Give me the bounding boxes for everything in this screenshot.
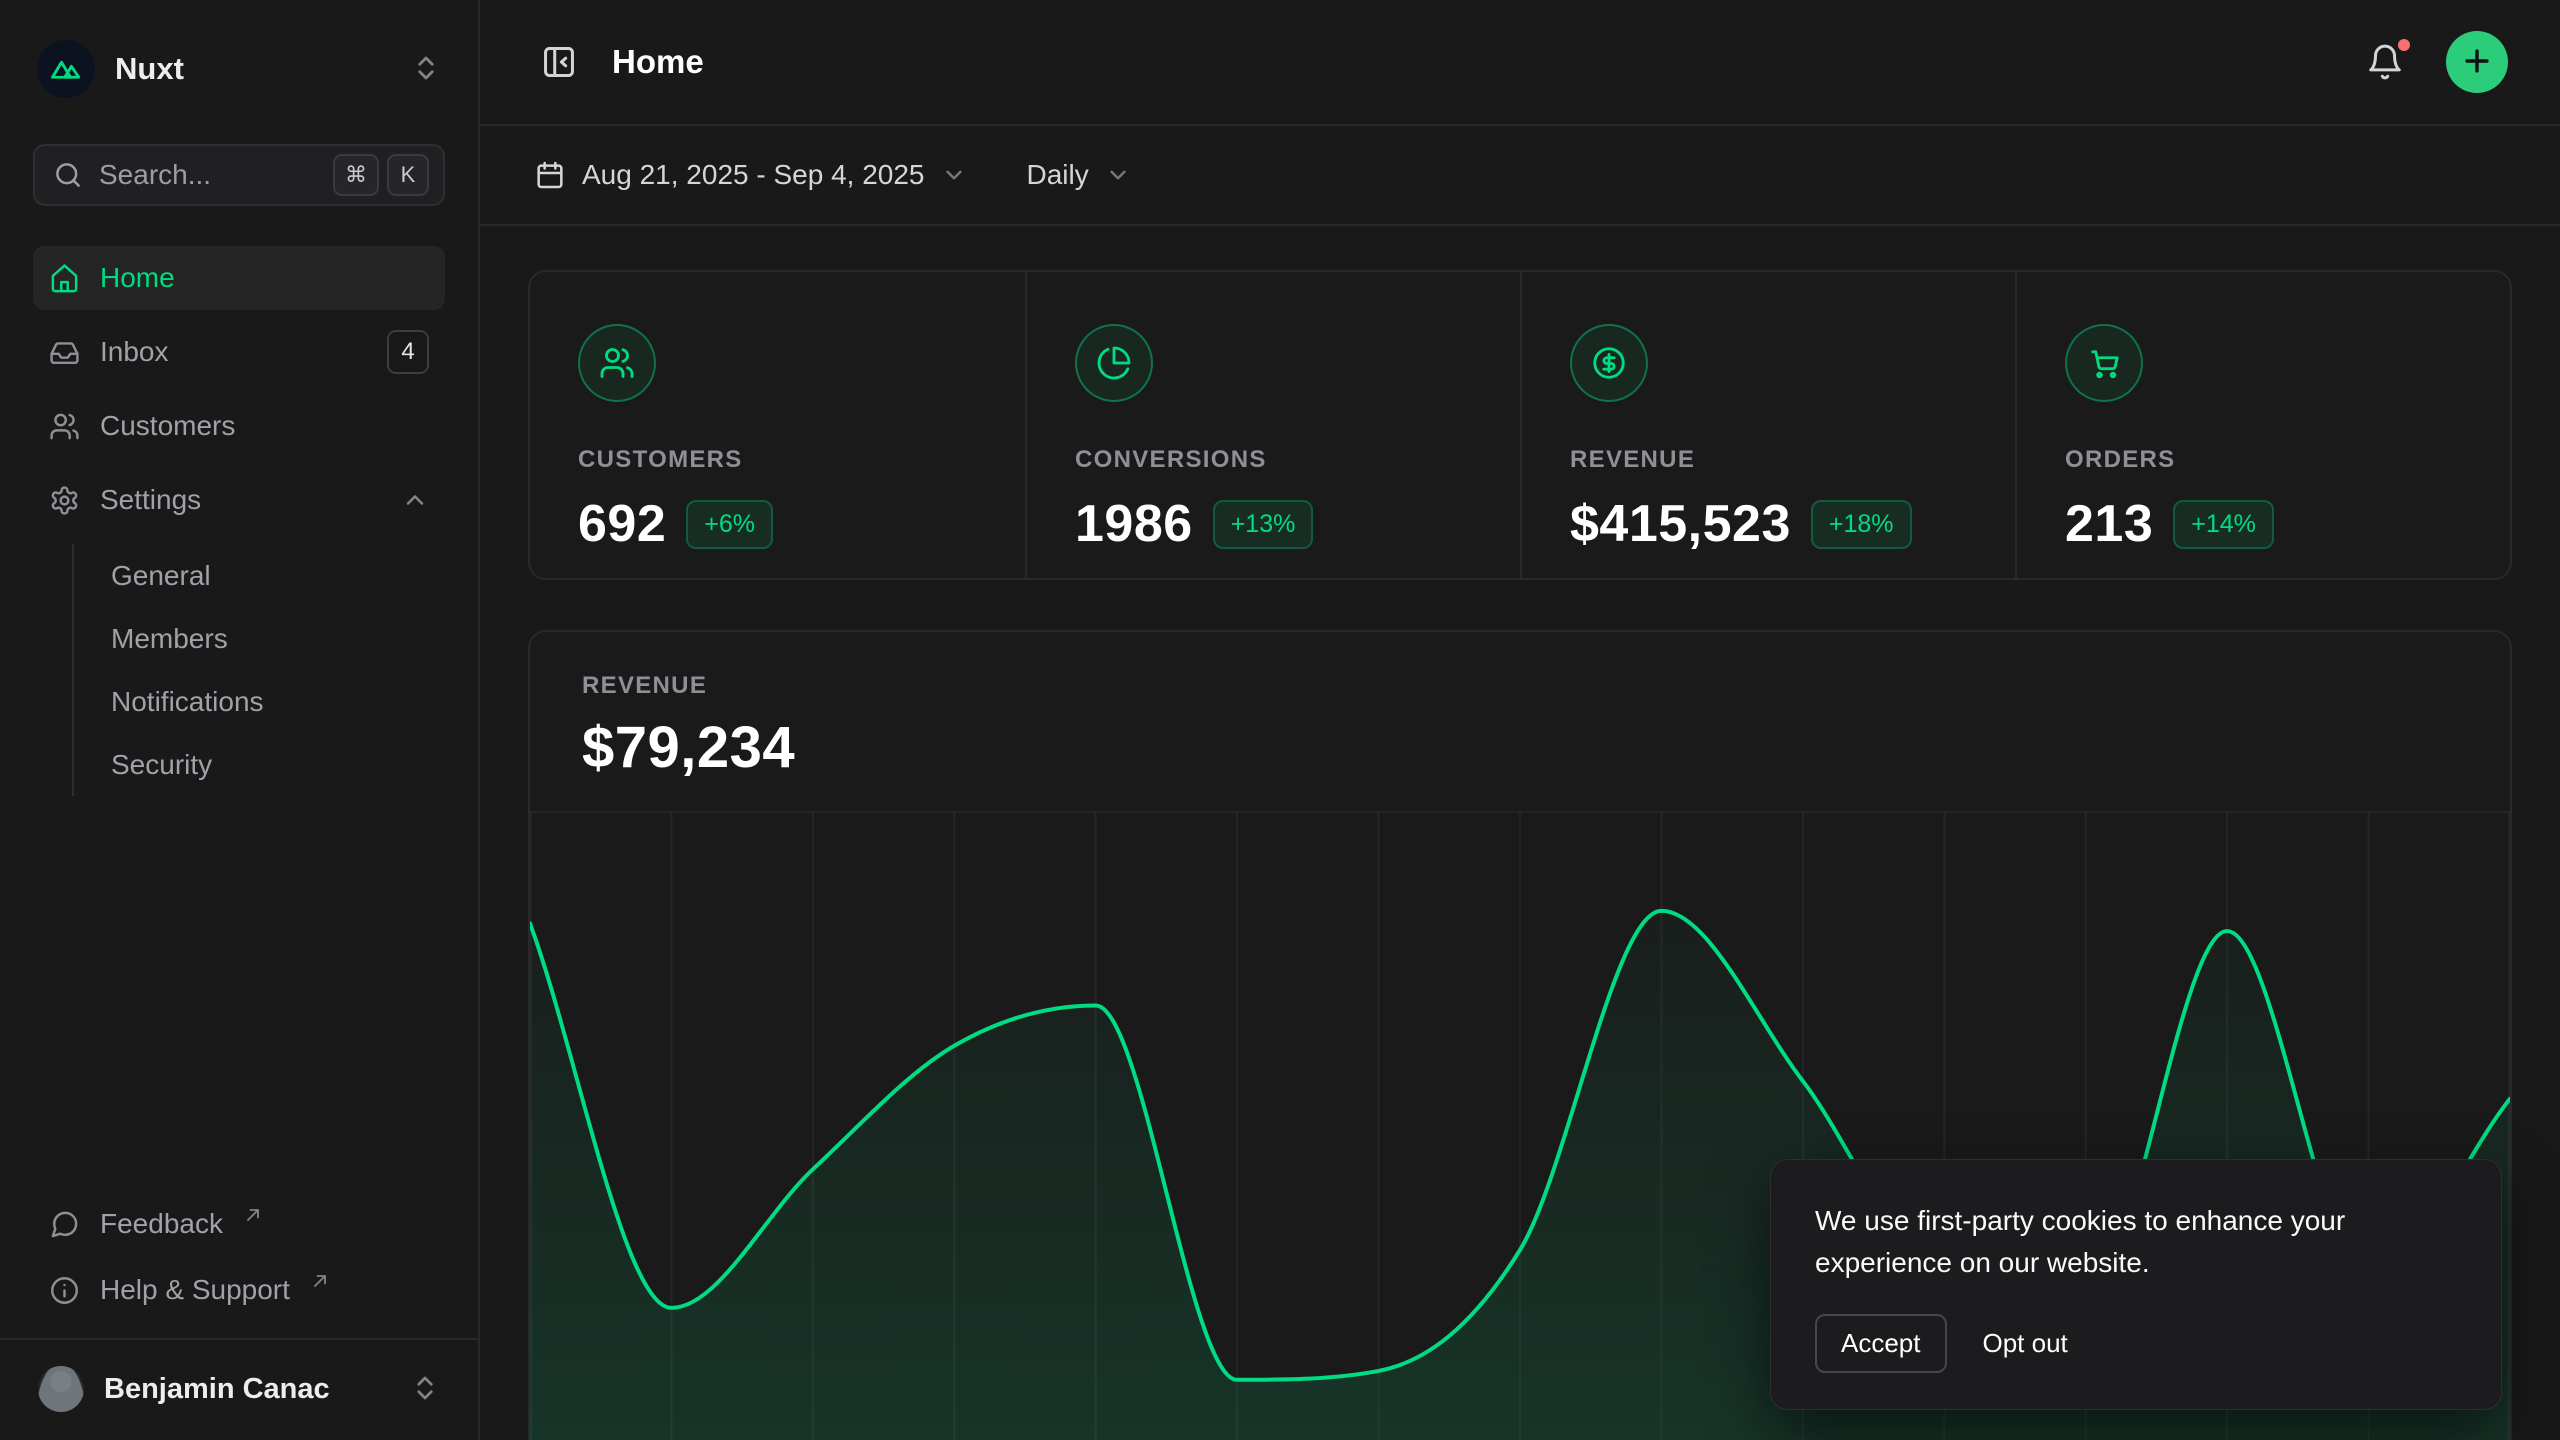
home-icon xyxy=(49,263,80,294)
sidebar-item-help-support[interactable]: Help & Support xyxy=(33,1258,445,1322)
sidebar-item-label: Feedback xyxy=(100,1208,223,1240)
sidebar-item-home[interactable]: Home xyxy=(33,246,445,310)
app-root: Nuxt Search... ⌘ K xyxy=(0,0,2560,1440)
sidebar-item-label: Help & Support xyxy=(100,1274,290,1306)
panel-collapse-icon xyxy=(540,43,578,81)
dollar-circle-icon xyxy=(1570,324,1648,402)
stat-value: 692 xyxy=(578,494,666,554)
cookie-banner: We use first-party cookies to enhance yo… xyxy=(1770,1159,2502,1410)
stat-label: CUSTOMERS xyxy=(578,446,977,474)
accept-button[interactable]: Accept xyxy=(1815,1314,1947,1373)
date-range-picker[interactable]: Aug 21, 2025 - Sep 4, 2025 xyxy=(534,159,967,191)
sidebar-user-section: Benjamin Canac xyxy=(0,1338,478,1440)
sidebar-item-settings[interactable]: Settings xyxy=(33,468,445,532)
stat-delta-badge: +6% xyxy=(686,500,773,549)
team-name: Nuxt xyxy=(115,51,184,87)
header-left: Home xyxy=(534,37,704,87)
sidebar-top: Nuxt Search... ⌘ K xyxy=(0,0,478,804)
user-name: Benjamin Canac xyxy=(104,1373,330,1406)
date-range-value: Aug 21, 2025 - Sep 4, 2025 xyxy=(582,159,925,191)
revenue-chart-header: REVENUE $79,234 xyxy=(530,632,2510,811)
external-link-icon xyxy=(310,1271,330,1291)
sidebar-item-feedback[interactable]: Feedback xyxy=(33,1192,445,1256)
users-icon xyxy=(578,324,656,402)
period-value: Daily xyxy=(1027,159,1089,191)
avatar xyxy=(38,1366,84,1412)
search-icon xyxy=(53,160,83,190)
stat-conversions[interactable]: CONVERSIONS 1986 +13% xyxy=(1025,272,1520,578)
calendar-icon xyxy=(534,159,566,191)
period-select[interactable]: Daily xyxy=(1027,159,1131,191)
inbox-icon xyxy=(49,337,80,368)
revenue-chart-label: REVENUE xyxy=(582,672,2458,700)
stats-card: CUSTOMERS 692 +6% CONVERSIONS 1986 xyxy=(528,270,2512,580)
sidebar: Nuxt Search... ⌘ K xyxy=(0,0,480,1440)
info-circle-icon xyxy=(49,1275,80,1306)
stat-delta-badge: +18% xyxy=(1811,500,1912,549)
sidebar-item-customers[interactable]: Customers xyxy=(33,394,445,458)
stat-label: REVENUE xyxy=(1570,446,1967,474)
add-button[interactable] xyxy=(2446,31,2508,93)
chevrons-updown-icon xyxy=(410,1373,440,1406)
cookie-actions: Accept Opt out xyxy=(1815,1314,2457,1373)
stat-label: ORDERS xyxy=(2065,446,2462,474)
settings-sub-nav: General Members Notifications Security xyxy=(72,544,445,796)
pie-chart-icon xyxy=(1075,324,1153,402)
sidebar-item-label: Settings xyxy=(100,484,201,516)
sidebar-footer: Feedback Help & Support xyxy=(0,1192,478,1338)
sidebar-nav: Home Inbox 4 xyxy=(33,246,445,804)
stat-revenue[interactable]: REVENUE $415,523 +18% xyxy=(1520,272,2015,578)
cart-icon xyxy=(2065,324,2143,402)
team-switcher[interactable]: Nuxt xyxy=(33,34,445,104)
sidebar-item-label: Customers xyxy=(100,410,235,442)
sidebar-item-security[interactable]: Security xyxy=(105,733,445,796)
external-link-icon xyxy=(243,1205,263,1225)
stat-label: CONVERSIONS xyxy=(1075,446,1472,474)
collapse-sidebar-button[interactable] xyxy=(534,37,584,87)
search-shortcut: ⌘ K xyxy=(333,154,429,196)
gear-icon xyxy=(49,485,80,516)
sidebar-item-label: Inbox xyxy=(100,336,169,368)
notification-dot xyxy=(2394,35,2414,55)
page-title: Home xyxy=(612,43,704,81)
chevron-down-icon xyxy=(1105,162,1131,188)
stat-customers[interactable]: CUSTOMERS 692 +6% xyxy=(530,272,1025,578)
cookie-message: We use first-party cookies to enhance yo… xyxy=(1815,1200,2457,1284)
speech-bubble-icon xyxy=(49,1209,80,1240)
stat-delta-badge: +14% xyxy=(2173,500,2274,549)
sidebar-item-inbox[interactable]: Inbox 4 xyxy=(33,320,445,384)
plus-icon xyxy=(2460,44,2494,81)
chevrons-updown-icon xyxy=(411,53,441,86)
notifications-button[interactable] xyxy=(2360,37,2410,87)
stat-value: 1986 xyxy=(1075,494,1193,554)
nuxt-logo-icon xyxy=(37,40,95,98)
opt-out-button[interactable]: Opt out xyxy=(1983,1328,2068,1359)
sidebar-item-general[interactable]: General xyxy=(105,544,445,607)
stat-value: $415,523 xyxy=(1570,494,1791,554)
revenue-chart-value: $79,234 xyxy=(582,714,2458,781)
header-right xyxy=(2360,31,2508,93)
search-placeholder: Search... xyxy=(99,159,211,191)
k-key: K xyxy=(387,154,429,196)
sidebar-item-label: Home xyxy=(100,262,175,294)
sidebar-item-members[interactable]: Members xyxy=(105,607,445,670)
sidebar-item-notifications[interactable]: Notifications xyxy=(105,670,445,733)
chevron-down-icon xyxy=(941,162,967,188)
search-input[interactable]: Search... ⌘ K xyxy=(33,144,445,206)
page-header: Home xyxy=(480,0,2560,126)
chevron-up-icon xyxy=(401,486,429,514)
inbox-count-badge: 4 xyxy=(387,330,429,374)
users-icon xyxy=(49,411,80,442)
stat-delta-badge: +13% xyxy=(1213,500,1314,549)
user-menu-button[interactable]: Benjamin Canac xyxy=(24,1356,454,1422)
stat-orders[interactable]: ORDERS 213 +14% xyxy=(2015,272,2510,578)
stat-value: 213 xyxy=(2065,494,2153,554)
filters-toolbar: Aug 21, 2025 - Sep 4, 2025 Daily xyxy=(480,126,2560,226)
command-key: ⌘ xyxy=(333,154,379,196)
